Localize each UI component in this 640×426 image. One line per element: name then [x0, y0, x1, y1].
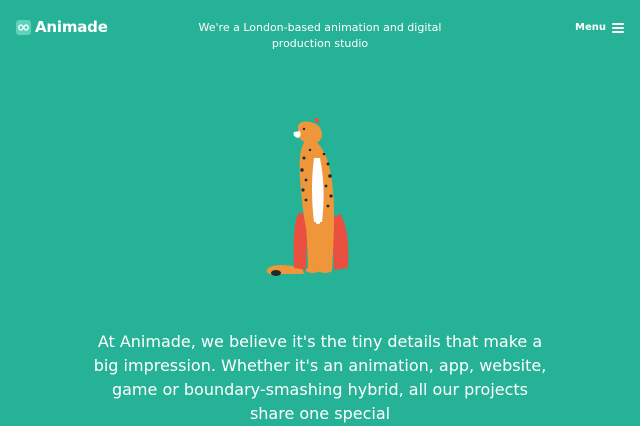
cheetah-head	[298, 121, 322, 144]
cheetah-haunch-right	[332, 214, 349, 270]
logo-text: Animade	[35, 18, 108, 36]
cheetah-tail-tip	[271, 270, 281, 276]
logo-link[interactable]: Animade	[16, 18, 108, 36]
cheetah-front-leg-right	[320, 222, 328, 270]
header-tagline: We're a London-based animation and digit…	[198, 21, 442, 50]
hamburger-menu-icon	[612, 22, 624, 33]
infinity-icon	[16, 19, 31, 35]
cheetah-foot-left	[306, 267, 320, 273]
cheetah-eye	[302, 127, 306, 131]
cheetah-front-leg-left	[308, 222, 316, 270]
cheetah-foot-right	[318, 267, 332, 273]
menu-button[interactable]: Menu	[575, 22, 624, 33]
cheetah-illustration	[266, 118, 349, 276]
cheetah-ear	[314, 118, 319, 124]
menu-label: Menu	[575, 22, 606, 33]
